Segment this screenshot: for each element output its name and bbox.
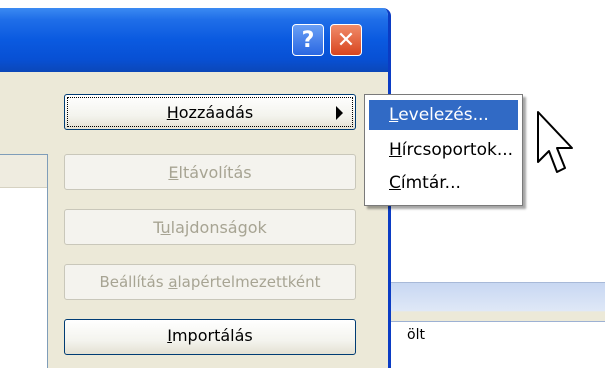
menu-item-news[interactable]: Hírcsoportok... [369, 135, 518, 165]
menu-item-directory[interactable]: Címtár... [369, 168, 518, 198]
close-button[interactable]: ✕ [330, 24, 362, 56]
close-icon: ✕ [336, 27, 356, 53]
properties-button[interactable]: Tulajdonságok [64, 209, 356, 245]
submenu-arrow-icon [336, 106, 343, 120]
add-submenu: Levelezés... Hírcsoportok... Címtár... [364, 94, 523, 206]
remove-button-label: Eltávolítás [168, 162, 252, 182]
title-bar[interactable]: ? ✕ [0, 8, 388, 72]
set-default-button-label: Beállítás alapértelmezettként [99, 273, 321, 291]
background-text: ölt [407, 327, 425, 343]
remove-button[interactable]: Eltávolítás [64, 154, 356, 190]
accounts-dialog-window: ? ✕ Hozzáadás Eltávolítás Tulajdonságok … [0, 8, 391, 368]
accounts-list-panel[interactable] [0, 154, 48, 368]
import-button[interactable]: Importálás [64, 319, 356, 355]
menu-item-mail[interactable]: Levelezés... [369, 100, 518, 130]
help-icon: ? [301, 27, 315, 53]
add-button[interactable]: Hozzáadás [64, 94, 356, 130]
set-default-button[interactable]: Beállítás alapértelmezettként [64, 264, 356, 300]
add-button-label: Hozzáadás [166, 102, 254, 122]
mouse-cursor-icon [537, 111, 573, 173]
help-button[interactable]: ? [292, 24, 324, 56]
background-window: ölt [391, 282, 605, 362]
properties-button-label: Tulajdonságok [153, 217, 267, 237]
list-header [0, 155, 47, 188]
import-button-label: Importálás [167, 326, 253, 345]
